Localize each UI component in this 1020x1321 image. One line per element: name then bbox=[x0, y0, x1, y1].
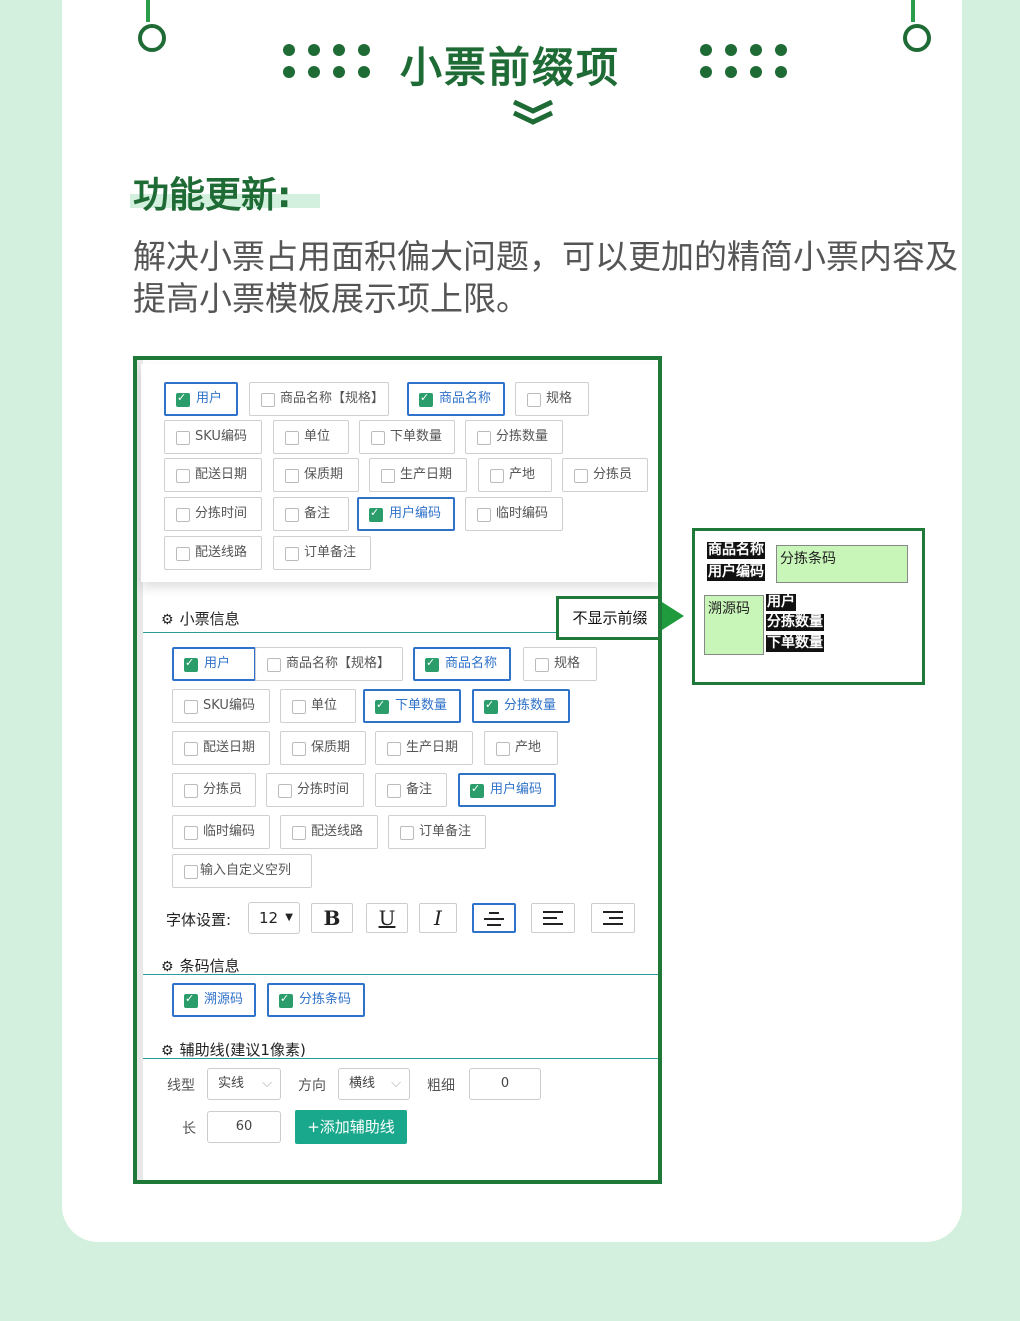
description: 解决小票占用面积偏大问题，可以更加的精简小票内容及 提高小票模板展示项上限。 bbox=[133, 237, 958, 318]
line-type-label: 线型 bbox=[167, 1078, 195, 1094]
ticket-field-chip[interactable]: 分拣员 bbox=[172, 773, 256, 807]
popup-field-chip[interactable]: 生产日期 bbox=[369, 458, 467, 492]
no-prefix-callout[interactable]: 不显示前缀 bbox=[556, 596, 658, 640]
add-guide-line-button[interactable]: +添加辅助线 bbox=[295, 1110, 407, 1144]
ticket-field-chip[interactable]: 配送线路 bbox=[280, 815, 378, 849]
barcode-info-heading: ⚙ 条码信息 bbox=[161, 957, 240, 975]
align-left-icon bbox=[543, 911, 563, 925]
popup-field-chip[interactable]: 产地 bbox=[478, 458, 552, 492]
gear-icon: ⚙ bbox=[161, 1043, 174, 1059]
chevron-down-icon: ⌵ bbox=[262, 1076, 272, 1091]
page-title: 小票前缀项 bbox=[399, 43, 620, 92]
align-center-button[interactable] bbox=[472, 903, 516, 933]
popup-field-chip[interactable]: 配送线路 bbox=[164, 536, 262, 570]
ticket-field-chip[interactable]: 规格 bbox=[523, 647, 597, 681]
font-setting-label: 字体设置: bbox=[166, 911, 232, 929]
chevron-down-icon: ▼ bbox=[285, 912, 293, 923]
popup-field-chip[interactable]: 保质期 bbox=[273, 458, 359, 492]
length-label: 长 bbox=[182, 1121, 196, 1137]
ticket-field-chip[interactable]: SKU编码 bbox=[172, 689, 270, 723]
popup-field-chip[interactable]: 规格 bbox=[515, 382, 589, 416]
divider bbox=[143, 1058, 658, 1059]
gear-icon: ⚙ bbox=[161, 612, 174, 628]
divider bbox=[143, 974, 658, 975]
ticket-field-chip[interactable]: 商品名称 bbox=[413, 647, 511, 681]
tag-order-qty: 下单数量 bbox=[766, 635, 824, 652]
italic-button[interactable]: I bbox=[419, 903, 457, 933]
arrow-right-icon bbox=[662, 602, 684, 630]
ticket-field-chip[interactable]: 生产日期 bbox=[375, 731, 473, 765]
popup-field-chip[interactable]: 用户 bbox=[164, 382, 238, 416]
popup-field-chip[interactable]: 单位 bbox=[273, 420, 349, 454]
tag-user-code: 用户编码 bbox=[707, 564, 765, 581]
binder-pin-right bbox=[902, 0, 931, 52]
popup-field-chip[interactable]: 订单备注 bbox=[273, 536, 371, 570]
align-right-icon bbox=[603, 911, 623, 925]
ticket-field-chip[interactable]: 产地 bbox=[484, 731, 558, 765]
guide-line-heading: ⚙ 辅助线(建议1像素) bbox=[161, 1041, 306, 1059]
chevron-down-icon bbox=[512, 100, 554, 125]
tag-sort-qty: 分拣数量 bbox=[766, 614, 824, 631]
ticket-field-chip[interactable]: 订单备注 bbox=[388, 815, 486, 849]
align-center-icon bbox=[484, 912, 504, 926]
popup-field-chip[interactable]: 下单数量 bbox=[359, 420, 455, 454]
gear-icon: ⚙ bbox=[161, 959, 174, 975]
popup-field-chip[interactable]: 分拣时间 bbox=[164, 497, 262, 531]
popup-field-chip[interactable]: 备注 bbox=[273, 497, 349, 531]
subtitle: 功能更新: bbox=[133, 175, 292, 216]
direction-label: 方向 bbox=[298, 1078, 326, 1094]
ticket-field-chip[interactable]: 下单数量 bbox=[363, 689, 461, 723]
ticket-field-chip[interactable]: 商品名称【规格】 bbox=[255, 647, 403, 681]
font-size-select[interactable]: 12 ▼ bbox=[248, 902, 300, 934]
ticket-field-chip[interactable]: 临时编码 bbox=[172, 815, 270, 849]
trace-code-box: 溯源码 bbox=[704, 595, 764, 655]
ticket-preview: 商品名称 用户编码 分拣条码 溯源码 用户 分拣数量 下单数量 bbox=[692, 528, 925, 685]
thickness-label: 粗细 bbox=[427, 1078, 455, 1094]
barcode-chip-trace[interactable]: 溯源码 bbox=[172, 983, 256, 1017]
tag-product-name: 商品名称 bbox=[707, 542, 765, 559]
popup-field-chip[interactable]: 分拣员 bbox=[562, 458, 648, 492]
thickness-input[interactable]: 0 bbox=[469, 1068, 541, 1100]
binder-pin-left bbox=[137, 0, 166, 52]
bold-button[interactable]: B bbox=[311, 903, 353, 933]
ticket-field-chip[interactable]: 单位 bbox=[280, 689, 356, 723]
line-type-select[interactable]: 实线 ⌵ bbox=[207, 1068, 281, 1100]
popup-field-chip[interactable]: 用户编码 bbox=[357, 497, 455, 531]
align-right-button[interactable] bbox=[591, 903, 635, 933]
popup-field-chip[interactable]: 临时编码 bbox=[465, 497, 563, 531]
field-popup: 用户商品名称【规格】商品名称规格 SKU编码单位下单数量分拣数量配送日期保质期生产… bbox=[141, 364, 658, 582]
ticket-field-chip[interactable]: 分拣时间 bbox=[266, 773, 364, 807]
ticket-field-chip[interactable]: 用户编码 bbox=[458, 773, 556, 807]
ticket-field-chip[interactable]: 备注 bbox=[375, 773, 447, 807]
settings-screenshot: 用户商品名称【规格】商品名称规格SKU编码单位下单数量分拣数量配送日期保质期生产… bbox=[133, 356, 662, 1184]
direction-select[interactable]: 横线 ⌵ bbox=[338, 1068, 410, 1100]
align-left-button[interactable] bbox=[531, 903, 575, 933]
ticket-field-chip[interactable]: 配送日期 bbox=[172, 731, 270, 765]
popup-field-chip[interactable]: SKU编码 bbox=[164, 420, 262, 454]
ticket-field-chip[interactable]: 用户 bbox=[172, 647, 256, 681]
ticket-field-chip[interactable]: 保质期 bbox=[280, 731, 366, 765]
underline-button[interactable]: U bbox=[366, 903, 408, 933]
ticket-field-chip[interactable]: 分拣数量 bbox=[472, 689, 570, 723]
sort-barcode-box: 分拣条码 bbox=[776, 545, 908, 583]
chevron-down-icon: ⌵ bbox=[391, 1076, 401, 1091]
tag-user: 用户 bbox=[766, 594, 796, 611]
popup-field-chip[interactable]: 商品名称 bbox=[407, 382, 505, 416]
barcode-chip-sort[interactable]: 分拣条码 bbox=[267, 983, 365, 1017]
add-custom-column-button[interactable]: + 输入自定义空列 bbox=[172, 854, 312, 888]
popup-field-chip[interactable]: 商品名称【规格】 bbox=[249, 382, 389, 416]
popup-field-chip[interactable]: 配送日期 bbox=[164, 458, 262, 492]
length-input[interactable]: 60 bbox=[207, 1111, 281, 1143]
popup-field-chip[interactable]: 分拣数量 bbox=[465, 420, 563, 454]
ticket-info-heading: ⚙ 小票信息 bbox=[161, 610, 240, 628]
